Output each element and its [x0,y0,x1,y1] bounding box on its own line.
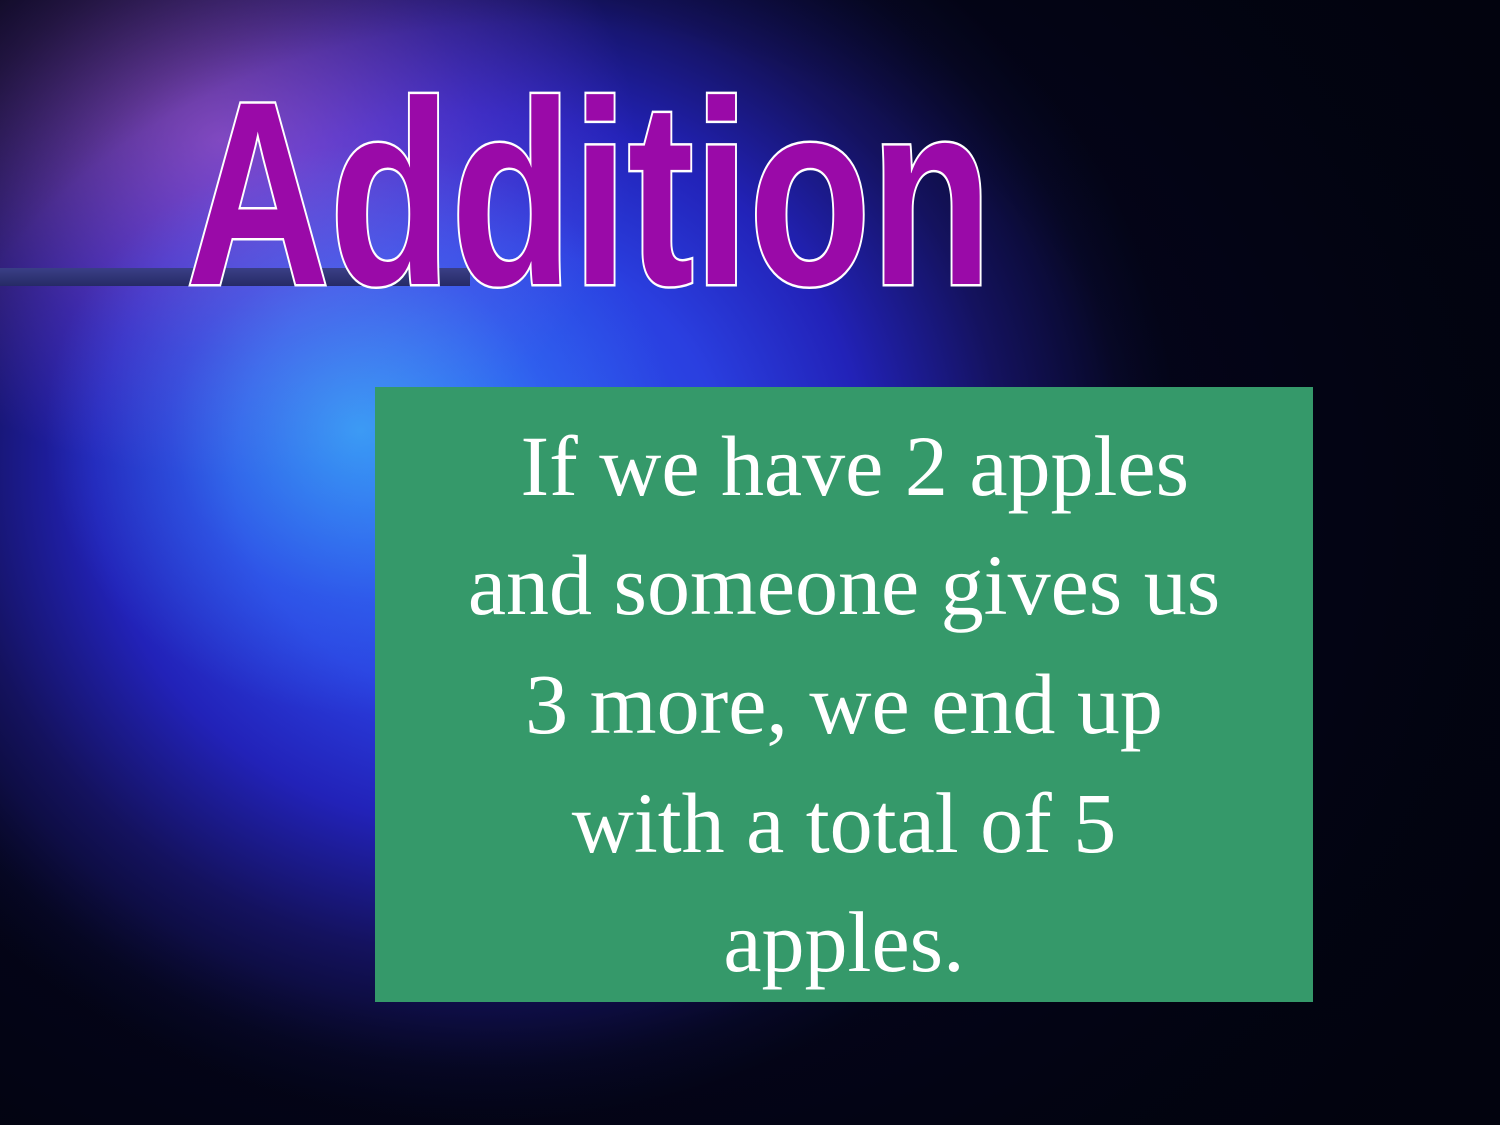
body-line: with a total of 5 [571,775,1117,871]
body-line: apples. [723,894,965,990]
slide-canvas: Addition If we have 2 apples and someone… [0,0,1500,1125]
body-line: If we have 2 apples [498,418,1190,514]
body-text: If we have 2 apples and someone gives us… [395,407,1293,1002]
title-text: Addition [186,47,992,300]
title-wordart: Addition [184,45,995,343]
content-box: If we have 2 apples and someone gives us… [375,387,1313,1002]
body-line: 3 more, we end up [525,656,1163,752]
slide-title: Addition [184,40,1006,343]
body-line: and someone gives us [467,537,1221,633]
